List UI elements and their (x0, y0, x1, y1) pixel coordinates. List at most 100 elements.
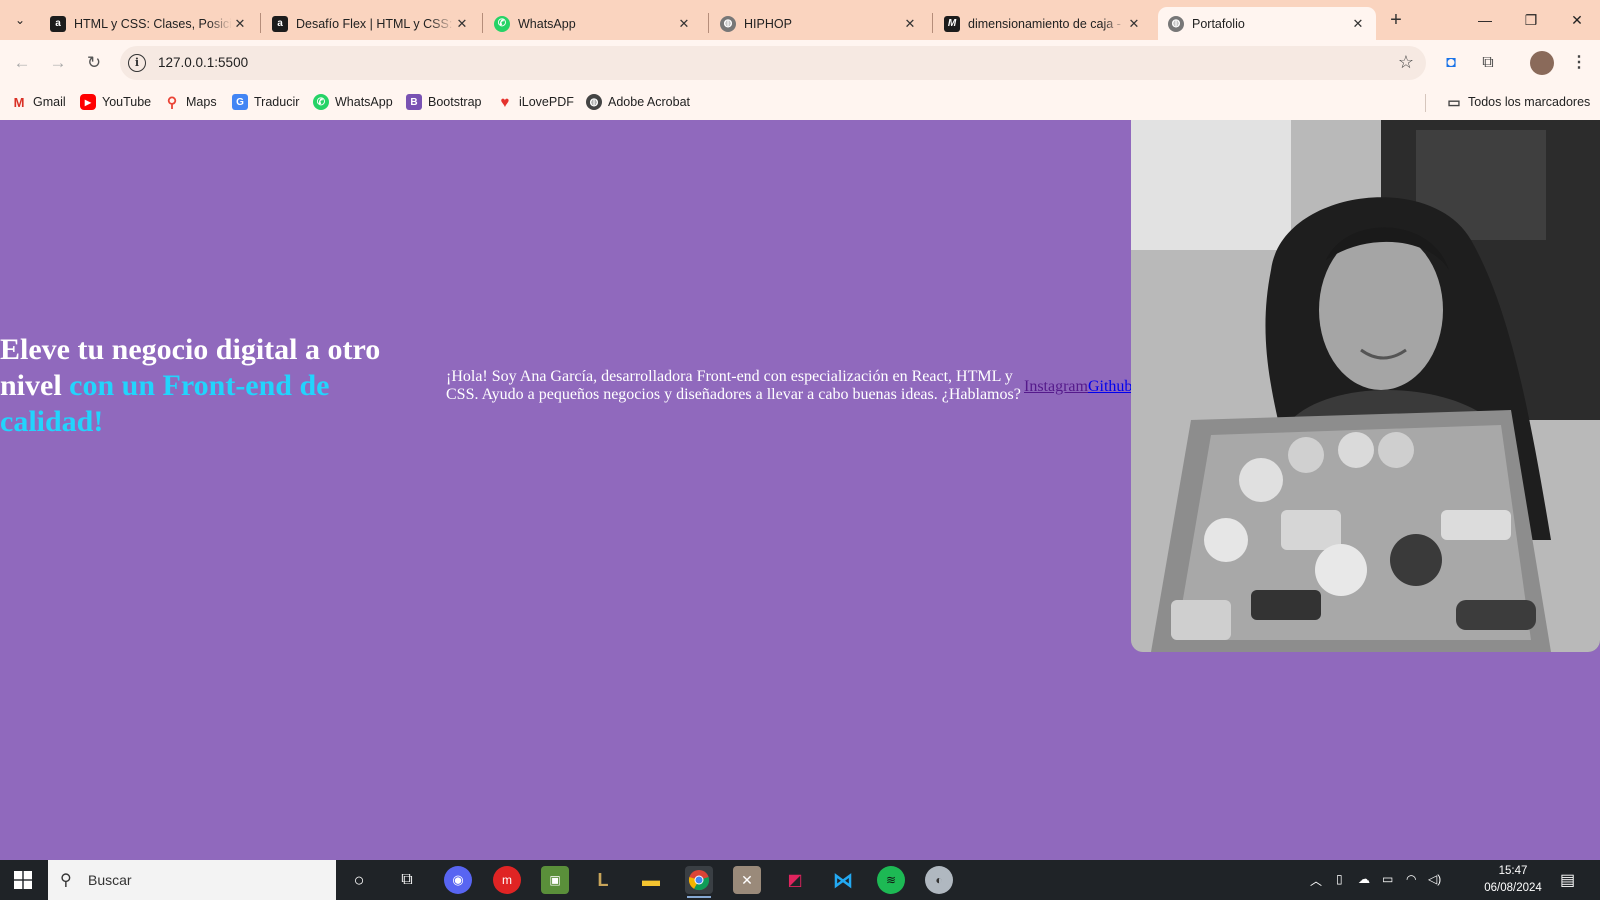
all-bookmarks-button[interactable]: ▭ Todos los marcadores (1446, 94, 1590, 110)
close-tab-icon[interactable]: ✕ (454, 16, 470, 32)
site-info-icon[interactable]: i (128, 54, 146, 72)
new-tab-button[interactable]: + (1384, 9, 1408, 33)
bookmark-label: Adobe Acrobat (608, 95, 691, 109)
hero-headline: Eleve tu negocio digital a otro nivel co… (0, 332, 430, 440)
tab-separator (260, 13, 261, 33)
chrome-logo-icon (688, 870, 710, 891)
tab-title: HIPHOP (744, 16, 792, 31)
close-tab-icon[interactable]: ✕ (902, 16, 918, 32)
app-gray-icon[interactable]: ◐ (925, 866, 953, 894)
globe-icon: ◍ (720, 15, 736, 32)
show-hidden-icons-chevron[interactable]: ︿ (1310, 872, 1322, 889)
translate-icon: G (232, 94, 248, 110)
tab-title: dimensionamiento de caja - (968, 16, 1121, 31)
onedrive-icon[interactable]: ☁ (1358, 872, 1370, 886)
folder-icon: ▭ (1447, 93, 1461, 110)
gmail-icon: M (13, 94, 25, 110)
profile-avatar[interactable] (1530, 51, 1554, 75)
tab-title: HTML y CSS: Clases, Posicion (74, 16, 232, 31)
spotify-icon[interactable]: ≋ (877, 866, 905, 894)
close-tab-icon[interactable]: ✕ (676, 16, 692, 32)
file-explorer-icon[interactable]: ▬ (637, 866, 665, 894)
intro-paragraph: ¡Hola! Soy Ana García, desarrolladora Fr… (446, 368, 1021, 403)
volume-icon[interactable]: ◁) (1428, 872, 1441, 886)
windows-taskbar: ⚲ Buscar ○ ⧉ ◉ m ▣ L ▬ ✕ ◩ ⋈ ≋ ◐ ︿ ▯ ☁ ▭… (0, 860, 1600, 900)
tab-title: Desafío Flex | HTML y CSS: Cl (296, 16, 454, 31)
bookmark-youtube[interactable]: ▶ YouTube (80, 94, 151, 110)
tab-dimensionamiento[interactable]: M dimensionamiento de caja - ✕ (934, 7, 1152, 40)
ilovepdf-icon: ♥ (500, 93, 510, 111)
taskbar-clock[interactable]: 15:47 06/08/2024 (1470, 863, 1556, 897)
close-tab-icon[interactable]: ✕ (1350, 16, 1366, 32)
portfolio-page: Eleve tu negocio digital a otro nivel co… (0, 120, 1600, 860)
extension-icon[interactable]: ◘ (1440, 52, 1462, 74)
bookmark-traducir[interactable]: G Traducir (232, 94, 299, 110)
tab-html-css-clases[interactable]: a HTML y CSS: Clases, Posicion ✕ (40, 7, 258, 40)
tab-hiphop[interactable]: ◍ HIPHOP ✕ (710, 7, 928, 40)
instagram-link[interactable]: Instagram (1024, 378, 1088, 395)
back-arrow-icon[interactable]: ← (9, 50, 35, 76)
bookmark-ilovepdf[interactable]: ♥ iLovePDF (497, 93, 574, 111)
tab-portafolio[interactable]: ◍ Portafolio ✕ (1158, 7, 1376, 40)
profile-photo-illustration (1131, 120, 1600, 652)
bookmark-label: WhatsApp (335, 95, 393, 109)
bookmark-maps[interactable]: ⚲ Maps (164, 94, 217, 110)
bookmark-star-icon[interactable]: ☆ (1398, 52, 1414, 73)
game-app-icon[interactable]: ✕ (733, 866, 761, 894)
battery-icon[interactable]: ▭ (1382, 872, 1393, 886)
app-red-icon[interactable]: m (493, 866, 521, 894)
close-window-icon[interactable]: ✕ (1562, 8, 1592, 32)
profile-photo (1131, 120, 1600, 652)
youtube-icon: ▶ (80, 94, 96, 110)
github-link[interactable]: Github (1088, 378, 1132, 395)
tab-search-chevron-icon[interactable]: ⌄ (8, 8, 32, 32)
task-view-icon[interactable]: ⧉ (393, 866, 421, 894)
bookmark-gmail[interactable]: M Gmail (11, 94, 66, 110)
restore-icon[interactable]: ❐ (1516, 8, 1546, 32)
chrome-icon[interactable] (685, 866, 713, 898)
close-tab-icon[interactable]: ✕ (232, 16, 248, 32)
alura-icon: a (50, 15, 66, 32)
windows-start-icon[interactable] (14, 871, 32, 889)
maps-icon: ⚲ (166, 93, 178, 110)
wifi-icon[interactable]: ◠ (1406, 872, 1416, 886)
discord-icon[interactable]: ◉ (444, 866, 472, 894)
bookmark-label: Bootstrap (428, 95, 482, 109)
all-bookmarks-label: Todos los marcadores (1468, 95, 1591, 109)
browser-toolbar: ← → ↻ i 127.0.0.1:5500 ☆ ◘ ⧉ ⋮ (0, 40, 1600, 86)
close-tab-icon[interactable]: ✕ (1126, 16, 1142, 32)
tab-separator (932, 13, 933, 33)
bootstrap-icon: B (406, 94, 422, 110)
bookmark-label: Traducir (254, 95, 300, 109)
cortana-icon[interactable]: ○ (345, 866, 373, 894)
menu-kebab-icon[interactable]: ⋮ (1568, 52, 1590, 74)
taskbar-search[interactable]: ⚲ Buscar (48, 860, 336, 900)
extensions-puzzle-icon[interactable]: ⧉ (1477, 52, 1499, 74)
tab-whatsapp[interactable]: ✆ WhatsApp ✕ (484, 7, 702, 40)
bookmark-label: Gmail (33, 95, 66, 109)
bookmark-label: YouTube (102, 95, 152, 109)
tab-desafio-flex[interactable]: a Desafío Flex | HTML y CSS: Cl ✕ (262, 7, 480, 40)
bookmark-whatsapp[interactable]: ✆ WhatsApp (313, 94, 393, 110)
bookmark-bootstrap[interactable]: B Bootstrap (406, 94, 482, 110)
league-icon[interactable]: L (589, 866, 617, 894)
acrobat-icon: ◍ (586, 94, 602, 110)
minecraft-icon[interactable]: ▣ (541, 866, 569, 894)
address-bar[interactable]: i 127.0.0.1:5500 ☆ (120, 46, 1426, 80)
minimize-icon[interactable]: — (1470, 8, 1500, 32)
device-icon[interactable]: ▯ (1336, 872, 1343, 886)
tab-separator (708, 13, 709, 33)
bookmark-label: iLovePDF (519, 95, 574, 109)
bookmarks-bar: M Gmail ▶ YouTube ⚲ Maps G Traducir ✆ Wh… (0, 86, 1600, 120)
url-text[interactable]: 127.0.0.1:5500 (158, 55, 248, 70)
alura-icon: a (272, 15, 288, 32)
tab-separator (482, 13, 483, 33)
whatsapp-icon: ✆ (494, 15, 510, 32)
bookmark-adobe-acrobat[interactable]: ◍ Adobe Acrobat (586, 94, 690, 110)
social-links: InstagramGithub (1024, 378, 1132, 396)
vscode-icon[interactable]: ⋈ (829, 866, 857, 894)
reload-icon[interactable]: ↻ (81, 50, 107, 76)
notifications-icon[interactable]: ▤ (1560, 870, 1575, 890)
forward-arrow-icon[interactable]: → (45, 50, 71, 76)
app-pink-icon[interactable]: ◩ (781, 866, 809, 894)
